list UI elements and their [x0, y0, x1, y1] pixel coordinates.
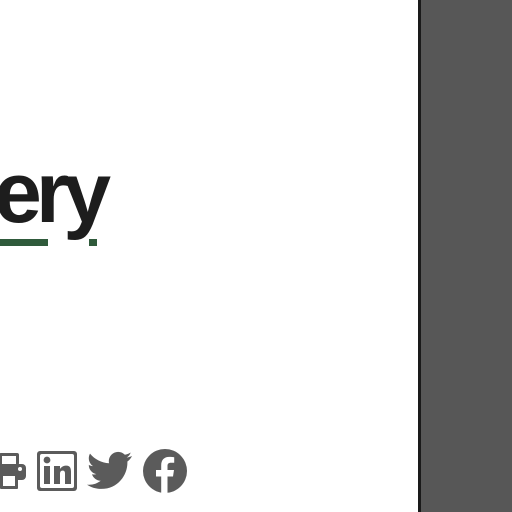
logo-dot — [89, 239, 97, 246]
logo-underline — [0, 239, 48, 246]
side-panel — [418, 0, 512, 512]
print-icon[interactable] — [0, 451, 28, 491]
twitter-icon[interactable] — [86, 451, 134, 491]
facebook-icon[interactable] — [142, 448, 188, 494]
social-share-bar — [0, 447, 188, 495]
linkedin-icon[interactable] — [36, 450, 78, 492]
content-area: ery — [0, 0, 418, 512]
site-logo-wordmark[interactable]: ery — [0, 150, 111, 236]
